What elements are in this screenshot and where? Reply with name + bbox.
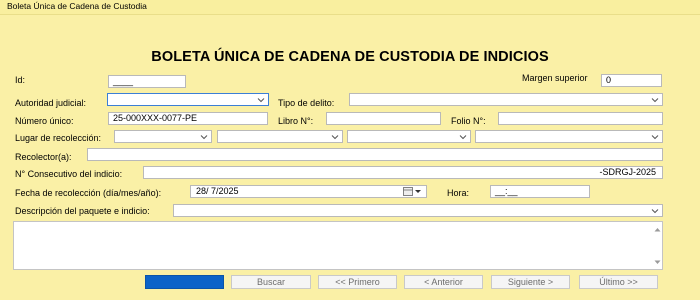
lugar-provincia-select[interactable] — [114, 130, 212, 143]
margen-superior-field[interactable]: 0 — [601, 74, 662, 87]
autoridad-judicial-label: Autoridad judicial: — [15, 98, 87, 108]
numero-unico-label: Número único: — [15, 116, 74, 126]
fecha-recoleccion-picker[interactable]: 28/ 7/2025 — [190, 185, 427, 198]
siguiente-button[interactable]: Siguiente > — [491, 275, 570, 289]
descripcion-label: Descripción del paquete e indicio: — [15, 206, 150, 216]
recolector-field[interactable] — [87, 148, 663, 161]
tipo-delito-select[interactable] — [349, 93, 663, 106]
anterior-button[interactable]: < Anterior — [404, 275, 483, 289]
libro-label: Libro N°: — [278, 116, 314, 126]
tipo-delito-label: Tipo de delito: — [278, 98, 335, 108]
lugar-recoleccion-label: Lugar de recolección: — [15, 133, 102, 143]
chevron-down-icon — [651, 96, 659, 104]
recolector-label: Recolector(a): — [15, 152, 72, 162]
consecutivo-field[interactable]: -SDRGJ-2025 — [143, 166, 663, 179]
id-field[interactable]: ____ — [108, 75, 186, 88]
consecutivo-label: N° Consecutivo del indicio: — [15, 169, 123, 179]
scroll-down-icon[interactable] — [654, 257, 661, 267]
scroll-up-icon[interactable] — [654, 224, 661, 234]
fecha-recoleccion-value: 28/ 7/2025 — [196, 186, 239, 196]
primary-action-button[interactable] — [145, 275, 224, 289]
form-heading: BOLETA ÚNICA DE CADENA DE CUSTODIA DE IN… — [151, 49, 549, 65]
buscar-button[interactable]: Buscar — [231, 275, 311, 289]
autoridad-judicial-select[interactable] — [107, 93, 269, 106]
window-titlebar: Boleta Única de Cadena de Custodia — [0, 0, 700, 15]
fecha-recoleccion-label: Fecha de recolección (día/mes/año): — [15, 188, 162, 198]
hora-field[interactable]: __:__ — [490, 185, 590, 198]
hora-label: Hora: — [447, 188, 470, 198]
id-label: Id: — [15, 75, 26, 85]
margen-superior-label: Margen superior — [522, 73, 588, 83]
calendar-dropdown-icon[interactable] — [403, 187, 423, 197]
chevron-down-icon — [257, 96, 265, 104]
lugar-distrito-select[interactable] — [347, 130, 471, 143]
chevron-down-icon — [651, 133, 659, 141]
libro-field[interactable] — [326, 112, 441, 125]
chevron-down-icon — [651, 207, 659, 215]
primero-button[interactable]: << Primero — [318, 275, 397, 289]
chevron-down-icon — [331, 133, 339, 141]
lugar-canton-select[interactable] — [217, 130, 343, 143]
chevron-down-icon — [459, 133, 467, 141]
chevron-down-icon — [200, 133, 208, 141]
lugar-detalle-select[interactable] — [475, 130, 663, 143]
numero-unico-field[interactable]: 25-000XXX-0077-PE — [108, 112, 268, 125]
vertical-scrollbar[interactable] — [652, 222, 662, 269]
descripcion-textarea[interactable] — [13, 221, 663, 270]
window-title: Boleta Única de Cadena de Custodia — [7, 1, 147, 11]
ultimo-button[interactable]: Último >> — [579, 275, 658, 289]
descripcion-select[interactable] — [173, 204, 663, 217]
folio-field[interactable] — [498, 112, 663, 125]
folio-label: Folio N°: — [451, 116, 486, 126]
